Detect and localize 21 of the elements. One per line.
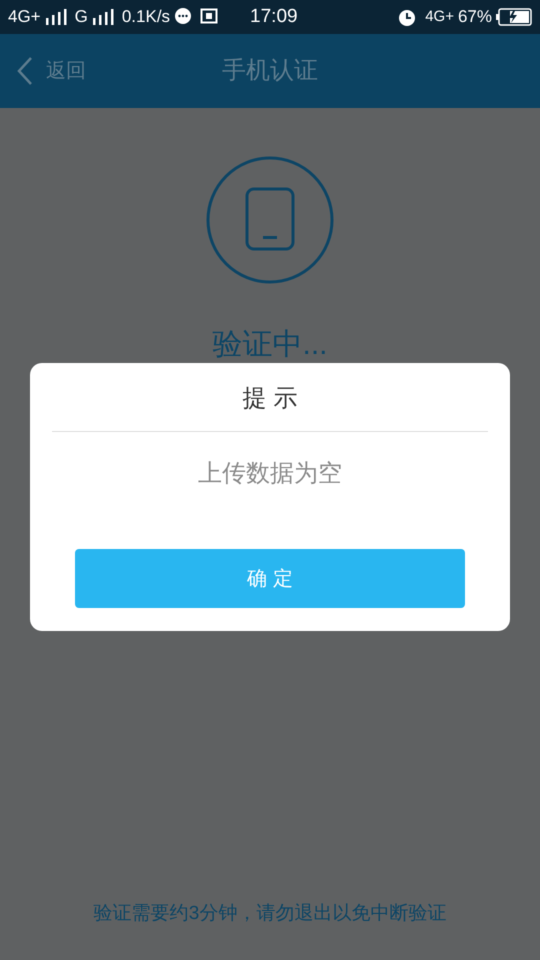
network-speed: 0.1K/s	[122, 6, 170, 28]
dialog-message: 上传数据为空	[198, 459, 342, 489]
network-label: G	[74, 6, 88, 28]
network-label: 4G+	[8, 6, 41, 28]
back-button[interactable]: 返回	[0, 56, 86, 86]
alarm-icon	[397, 7, 418, 27]
verifying-text: 验证中...	[212, 327, 328, 363]
phone-icon	[206, 156, 334, 284]
dialog-title: 提 示	[242, 384, 298, 414]
signal-icon	[44, 9, 67, 25]
battery-icon	[496, 8, 532, 26]
signal-icon	[92, 9, 114, 25]
page-title: 手机认证	[222, 56, 318, 86]
battery-percent: 67%	[458, 6, 492, 28]
confirm-button[interactable]: 确 定	[75, 549, 465, 608]
footer-note: 验证需要约3分钟，请勿退出以免中断验证	[94, 902, 446, 926]
network-label: 4G+	[425, 6, 454, 27]
screenshot-icon	[200, 8, 220, 26]
clock-time: 17:09	[250, 4, 298, 29]
back-chevron-icon	[16, 56, 34, 86]
chat-icon	[174, 8, 192, 26]
